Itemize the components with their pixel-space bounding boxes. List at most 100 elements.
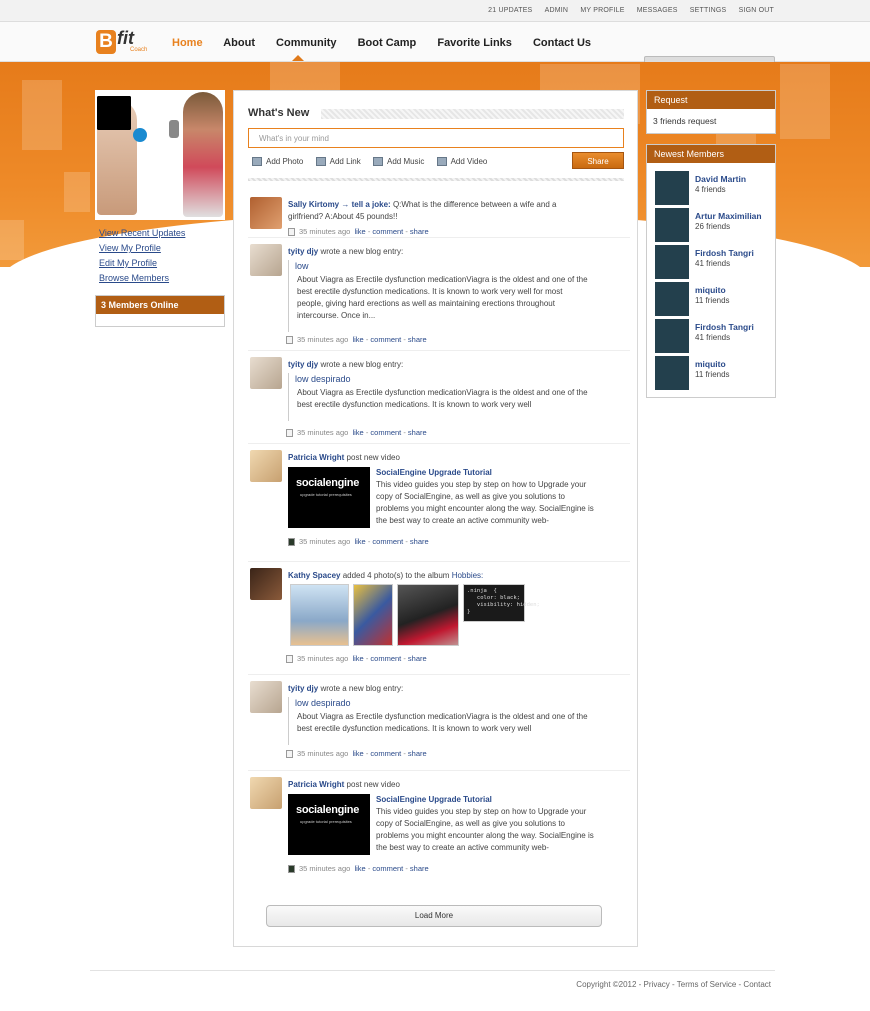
- share-link[interactable]: share: [410, 227, 429, 236]
- view-recent-updates-link[interactable]: View Recent Updates: [99, 228, 225, 238]
- admin-link[interactable]: ADMIN: [545, 7, 569, 14]
- updates-link[interactable]: 21 UPDATES: [488, 7, 532, 14]
- blog-excerpt: About Viagra as Erectile dysfunction med…: [288, 709, 588, 745]
- share-link[interactable]: share: [408, 654, 427, 663]
- item-meta: 35 minutes ago like - comment - share: [288, 227, 429, 237]
- video-title[interactable]: SocialEngine Upgrade Tutorial: [376, 794, 596, 806]
- footer-links[interactable]: Copyright ©2012 - Privacy - Terms of Ser…: [576, 980, 771, 989]
- blog-title[interactable]: low: [288, 260, 608, 272]
- poster-name[interactable]: Kathy Spacey: [288, 571, 340, 580]
- avatar[interactable]: [250, 357, 282, 389]
- avatar[interactable]: [250, 450, 282, 482]
- member-item[interactable]: miquito 11 friends: [647, 354, 775, 391]
- browse-members-link[interactable]: Browse Members: [99, 273, 225, 283]
- comment-link[interactable]: comment: [372, 864, 403, 873]
- add-video-button[interactable]: Add Video: [436, 157, 487, 167]
- avatar[interactable]: [655, 208, 689, 242]
- comment-icon: [288, 228, 295, 237]
- view-my-profile-link[interactable]: View My Profile: [99, 243, 225, 253]
- nav-boot-camp[interactable]: Boot Camp: [358, 37, 417, 49]
- newest-members-box: Newest Members David Martin 4 friends Art…: [646, 144, 776, 398]
- nav-favorite-links[interactable]: Favorite Links: [437, 37, 512, 49]
- add-photo-button[interactable]: Add Photo: [252, 157, 303, 167]
- share-button[interactable]: Share: [572, 152, 624, 169]
- nav-contact-us[interactable]: Contact Us: [533, 37, 591, 49]
- avatar[interactable]: [250, 681, 282, 713]
- video-title[interactable]: SocialEngine Upgrade Tutorial: [376, 467, 596, 479]
- link-icon: [315, 157, 326, 167]
- comment-link[interactable]: comment: [370, 428, 401, 437]
- share-link[interactable]: share: [408, 428, 427, 437]
- like-link[interactable]: like: [352, 335, 363, 344]
- poster-name[interactable]: Patricia Wright: [288, 453, 344, 462]
- dumbbell-icon: [169, 120, 179, 138]
- comment-link[interactable]: comment: [370, 749, 401, 758]
- edit-my-profile-link[interactable]: Edit My Profile: [99, 258, 225, 268]
- avatar[interactable]: [250, 244, 282, 276]
- comment-link[interactable]: comment: [370, 654, 401, 663]
- like-link[interactable]: like: [354, 227, 365, 236]
- friend-requests-link[interactable]: 3 friends request: [647, 109, 775, 133]
- item-meta: 35 minutes ago like - comment - share: [286, 335, 427, 345]
- blog-title[interactable]: low despirado: [288, 697, 608, 709]
- site-logo[interactable]: B fit Coach: [96, 28, 148, 56]
- logo-word: fit: [117, 28, 134, 48]
- album-photo[interactable]: [290, 584, 349, 646]
- like-link[interactable]: like: [354, 537, 365, 546]
- sign-out-link[interactable]: SIGN OUT: [739, 7, 774, 14]
- share-link[interactable]: share: [410, 537, 429, 546]
- avatar[interactable]: [250, 777, 282, 809]
- avatar[interactable]: [655, 171, 689, 205]
- item-meta: 35 minutes ago like - comment - share: [286, 654, 427, 664]
- add-music-button[interactable]: Add Music: [372, 157, 424, 167]
- video-description: This video guides you step by step on ho…: [376, 807, 594, 852]
- album-photo[interactable]: [397, 584, 459, 646]
- like-link[interactable]: like: [354, 864, 365, 873]
- video-thumbnail[interactable]: socialengine upgrade tutorial prerequisi…: [288, 794, 370, 855]
- like-link[interactable]: like: [352, 428, 363, 437]
- avatar[interactable]: [250, 197, 282, 229]
- nav-community[interactable]: Community: [276, 37, 337, 49]
- avatar[interactable]: [655, 356, 689, 390]
- comment-link[interactable]: comment: [372, 227, 403, 236]
- avatar[interactable]: [655, 282, 689, 316]
- settings-link[interactable]: SETTINGS: [690, 7, 727, 14]
- my-profile-link[interactable]: MY PROFILE: [580, 7, 624, 14]
- video-thumbnail[interactable]: socialengine upgrade tutorial prerequisi…: [288, 467, 370, 528]
- like-link[interactable]: like: [352, 654, 363, 663]
- poster-name[interactable]: Sally Kirtomy → tell a joke:: [288, 200, 391, 209]
- add-link-button[interactable]: Add Link: [315, 157, 361, 167]
- avatar[interactable]: [655, 245, 689, 279]
- poster-name[interactable]: tyity djy: [288, 360, 318, 369]
- avatar[interactable]: [250, 568, 282, 600]
- album-photos: .ninja { color: black; visibility: hidde…: [290, 584, 540, 646]
- poster-name[interactable]: tyity djy: [288, 247, 318, 256]
- nav-about[interactable]: About: [223, 37, 255, 49]
- share-link[interactable]: share: [408, 335, 427, 344]
- member-item[interactable]: Firdosh Tangri 41 friends: [647, 317, 775, 354]
- blog-title[interactable]: low despirado: [288, 373, 608, 385]
- like-link[interactable]: like: [352, 749, 363, 758]
- newest-members-title: Newest Members: [647, 145, 775, 163]
- album-photo[interactable]: .ninja { color: black; visibility: hidde…: [463, 584, 540, 622]
- online-member-avatar[interactable]: [97, 96, 131, 130]
- share-link[interactable]: share: [408, 749, 427, 758]
- share-link[interactable]: share: [410, 864, 429, 873]
- album-photo[interactable]: [353, 584, 393, 646]
- load-more-button[interactable]: Load More: [266, 905, 602, 927]
- comment-link[interactable]: comment: [372, 537, 403, 546]
- status-input[interactable]: What's in your mind: [248, 128, 624, 148]
- nav-home[interactable]: Home: [172, 37, 203, 49]
- poster-name[interactable]: Patricia Wright: [288, 780, 344, 789]
- comment-link[interactable]: comment: [370, 335, 401, 344]
- document-icon: [286, 429, 293, 438]
- avatar[interactable]: [655, 319, 689, 353]
- member-item[interactable]: Artur Maximilian 26 friends: [647, 206, 775, 243]
- member-item[interactable]: miquito 11 friends: [647, 280, 775, 317]
- poster-name[interactable]: tyity djy: [288, 684, 318, 693]
- member-item[interactable]: Firdosh Tangri 41 friends: [647, 243, 775, 280]
- feed-item-video: Patricia Wright post new video socialeng…: [248, 444, 630, 562]
- member-item[interactable]: David Martin 4 friends: [647, 169, 775, 206]
- messages-link[interactable]: MESSAGES: [637, 7, 678, 14]
- album-link[interactable]: Hobbies:: [452, 571, 484, 580]
